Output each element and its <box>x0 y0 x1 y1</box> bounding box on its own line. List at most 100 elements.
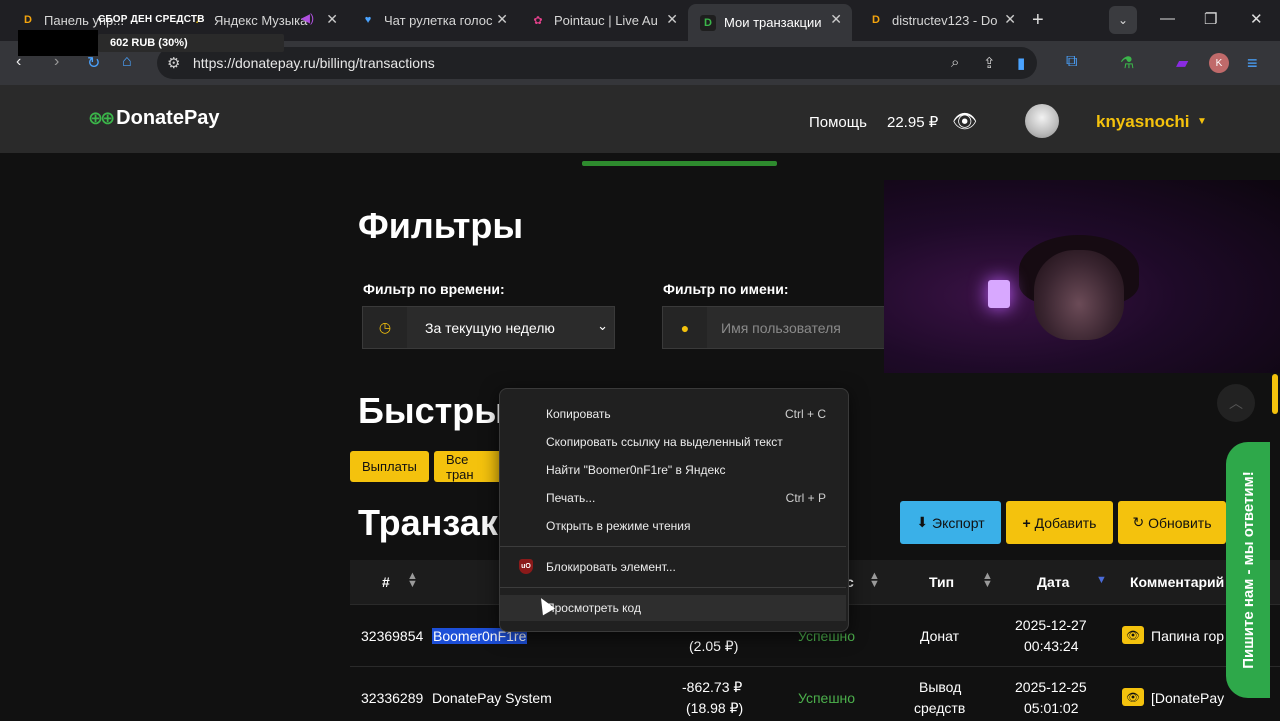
export-button[interactable]: ⬇ Экспорт <box>900 501 1001 544</box>
chat-favicon-icon: ♥ <box>364 14 372 26</box>
new-tab-icon[interactable]: + <box>1032 9 1044 32</box>
tab-title: distructev123 - Do <box>892 12 998 28</box>
add-button[interactable]: + Добавить <box>1006 501 1113 544</box>
logo-icon: ⊕⊕ <box>88 108 115 128</box>
view-eye-icon[interactable]: 👁 <box>1122 626 1144 644</box>
view-eye-icon[interactable]: 👁 <box>1122 688 1144 706</box>
clock-icon: ◷ <box>363 307 407 348</box>
tab-distructev[interactable]: D distructev123 - Do ✕ <box>856 4 1026 36</box>
add-label: Добавить <box>1034 514 1097 531</box>
row-date: 2025-12-27 <box>1015 617 1087 633</box>
omnibox[interactable]: ⚙ https://donatepay.ru/billing/transacti… <box>157 47 1037 79</box>
menu-divider <box>500 587 846 588</box>
menu-item-copy-link[interactable]: Скопировать ссылку на выделенный текст <box>500 429 846 455</box>
export-label: Экспорт <box>932 514 985 531</box>
site-header: ⊕⊕ DonatePay Помощь 22.95 ₽ 👁 knyasnochi… <box>0 85 1280 153</box>
name-filter-input[interactable]: ● Имя пользователя <box>662 306 892 349</box>
row-name[interactable]: DonatePay System <box>432 690 552 706</box>
name-filter-placeholder: Имя пользователя <box>721 320 841 336</box>
chevron-down-icon: ⌄ <box>597 318 608 333</box>
home-icon[interactable]: ⌂ <box>122 53 132 71</box>
all-transactions-button[interactable]: Все тран <box>434 451 504 482</box>
user-icon: ● <box>663 307 707 348</box>
refresh-button[interactable]: ↻ Обновить <box>1118 501 1226 544</box>
webcam-overlay <box>884 180 1280 373</box>
donatepay-favicon-icon: D <box>700 14 716 31</box>
payouts-button[interactable]: Выплаты <box>350 451 429 482</box>
tab-my-transactions[interactable]: D Мои транзакции ✕ <box>688 4 852 41</box>
avatar[interactable] <box>1025 104 1059 138</box>
zoom-icon[interactable]: ⌕ <box>951 54 959 71</box>
time-filter-select[interactable]: ◷ За текущую неделю ⌄ <box>362 306 615 349</box>
brand-name: DonatePay <box>116 107 220 129</box>
profile-avatar[interactable]: K <box>1209 53 1229 73</box>
audio-playing-icon[interactable]: ◀) <box>301 11 314 25</box>
menu-item-reader-mode[interactable]: Открыть в режиме чтения <box>500 513 846 539</box>
close-tab-icon[interactable]: ✕ <box>496 11 508 28</box>
menu-item-label: Печать... <box>546 491 596 505</box>
tab-title: Чат рулетка голос <box>384 12 493 28</box>
menu-item-copy[interactable]: Копировать Ctrl + C <box>500 401 846 427</box>
row-id: 32369854 <box>361 628 424 644</box>
caret-down-icon[interactable]: ▼ <box>1197 116 1207 127</box>
col-date[interactable]: Дата <box>1037 574 1069 590</box>
help-link[interactable]: Помощь <box>809 114 867 131</box>
donatepay-favicon-icon: D <box>24 14 32 26</box>
tab-search-chevron-icon[interactable]: ⌄ <box>1109 6 1137 34</box>
close-tab-icon[interactable]: ✕ <box>326 11 338 28</box>
share-icon[interactable]: ⇪ <box>983 54 996 72</box>
support-chat-tab[interactable]: Пишите нам - мы ответим! <box>1226 442 1270 698</box>
restore-icon[interactable]: ❐ <box>1204 10 1217 28</box>
row-comment: [DonatePay <box>1151 690 1225 706</box>
row-amount: (2.05 ₽) <box>689 638 739 654</box>
tab-chat-roulette[interactable]: ♥ Чат рулетка голос ✕ <box>348 4 518 36</box>
refresh-icon: ↻ <box>1132 514 1149 530</box>
bookmark-icon[interactable]: ▮ <box>1017 54 1025 72</box>
browser-menu-icon[interactable]: ≡ <box>1247 53 1258 74</box>
scroll-up-button[interactable]: ︿ <box>1217 384 1255 422</box>
fundraising-amount: 602 RUB (30%) <box>98 34 284 52</box>
col-id[interactable]: # <box>382 574 390 590</box>
col-comment[interactable]: Комментарий <box>1130 574 1224 590</box>
row-time: 00:43:24 <box>1024 638 1079 654</box>
context-menu: Копировать Ctrl + C Скопировать ссылку н… <box>499 388 849 632</box>
menu-item-search[interactable]: Найти "Boomer0nF1re" в Яндекс <box>500 457 846 483</box>
site-info-icon[interactable]: ⚙ <box>167 54 180 72</box>
brand-logo[interactable]: ⊕⊕ DonatePay <box>88 107 220 130</box>
close-tab-icon[interactable]: ✕ <box>1004 11 1016 28</box>
tab-title: Pointauc | Live Au <box>554 12 658 28</box>
extensions-icon[interactable]: ⧉ <box>1066 53 1077 71</box>
transactions-heading: Транзак <box>358 502 498 543</box>
lab-flask-icon[interactable]: ⚗ <box>1120 53 1134 73</box>
support-chat-label: Пишите нам - мы ответим! <box>1239 471 1257 669</box>
sort-icon[interactable]: ▲ ▼ <box>982 571 993 590</box>
pointauc-favicon-icon: ✿ <box>533 14 543 27</box>
eye-icon[interactable]: 👁 <box>952 109 977 134</box>
sort-icon[interactable]: ▲ ▼ <box>869 571 880 590</box>
username[interactable]: knyasnochi <box>1096 112 1190 132</box>
menu-item-label: Найти "Boomer0nF1re" в Яндекс <box>546 463 726 477</box>
minimize-icon[interactable]: — <box>1160 10 1175 27</box>
url-text[interactable]: https://donatepay.ru/billing/transaction… <box>193 55 435 71</box>
row-type-2: средств <box>914 700 966 716</box>
tab-pointauc[interactable]: ✿ Pointauc | Live Au ✕ <box>518 4 688 36</box>
sort-icon[interactable]: ▲ ▼ <box>407 571 418 590</box>
close-tab-icon[interactable]: ✕ <box>830 11 842 28</box>
col-type[interactable]: Тип <box>929 574 954 590</box>
scrollbar-thumb[interactable] <box>1272 374 1278 414</box>
close-window-icon[interactable]: ✕ <box>1250 10 1263 28</box>
row-date: 2025-12-25 <box>1015 679 1087 695</box>
balance: 22.95 ₽ <box>887 114 939 131</box>
extension-purple-icon[interactable]: ▰ <box>1176 53 1188 73</box>
sort-desc-icon[interactable]: ▼ <box>1096 575 1107 586</box>
reload-icon[interactable]: ↻ <box>87 53 100 73</box>
close-tab-icon[interactable]: ✕ <box>666 11 678 28</box>
table-row[interactable]: 32336289 DonatePay System -862.73 ₽ (18.… <box>350 666 1280 721</box>
fundraising-title: СБОР ДЕН СРЕДСТВ <box>98 14 205 25</box>
menu-item-print[interactable]: Печать... Ctrl + P <box>500 485 846 511</box>
row-comment: Папина гор <box>1151 628 1225 644</box>
refresh-label: Обновить <box>1148 514 1212 531</box>
row-status: Успешно <box>798 690 856 706</box>
donatepay-favicon-icon: D <box>872 14 880 26</box>
menu-item-block-element[interactable]: uO Блокировать элемент... <box>500 554 846 580</box>
